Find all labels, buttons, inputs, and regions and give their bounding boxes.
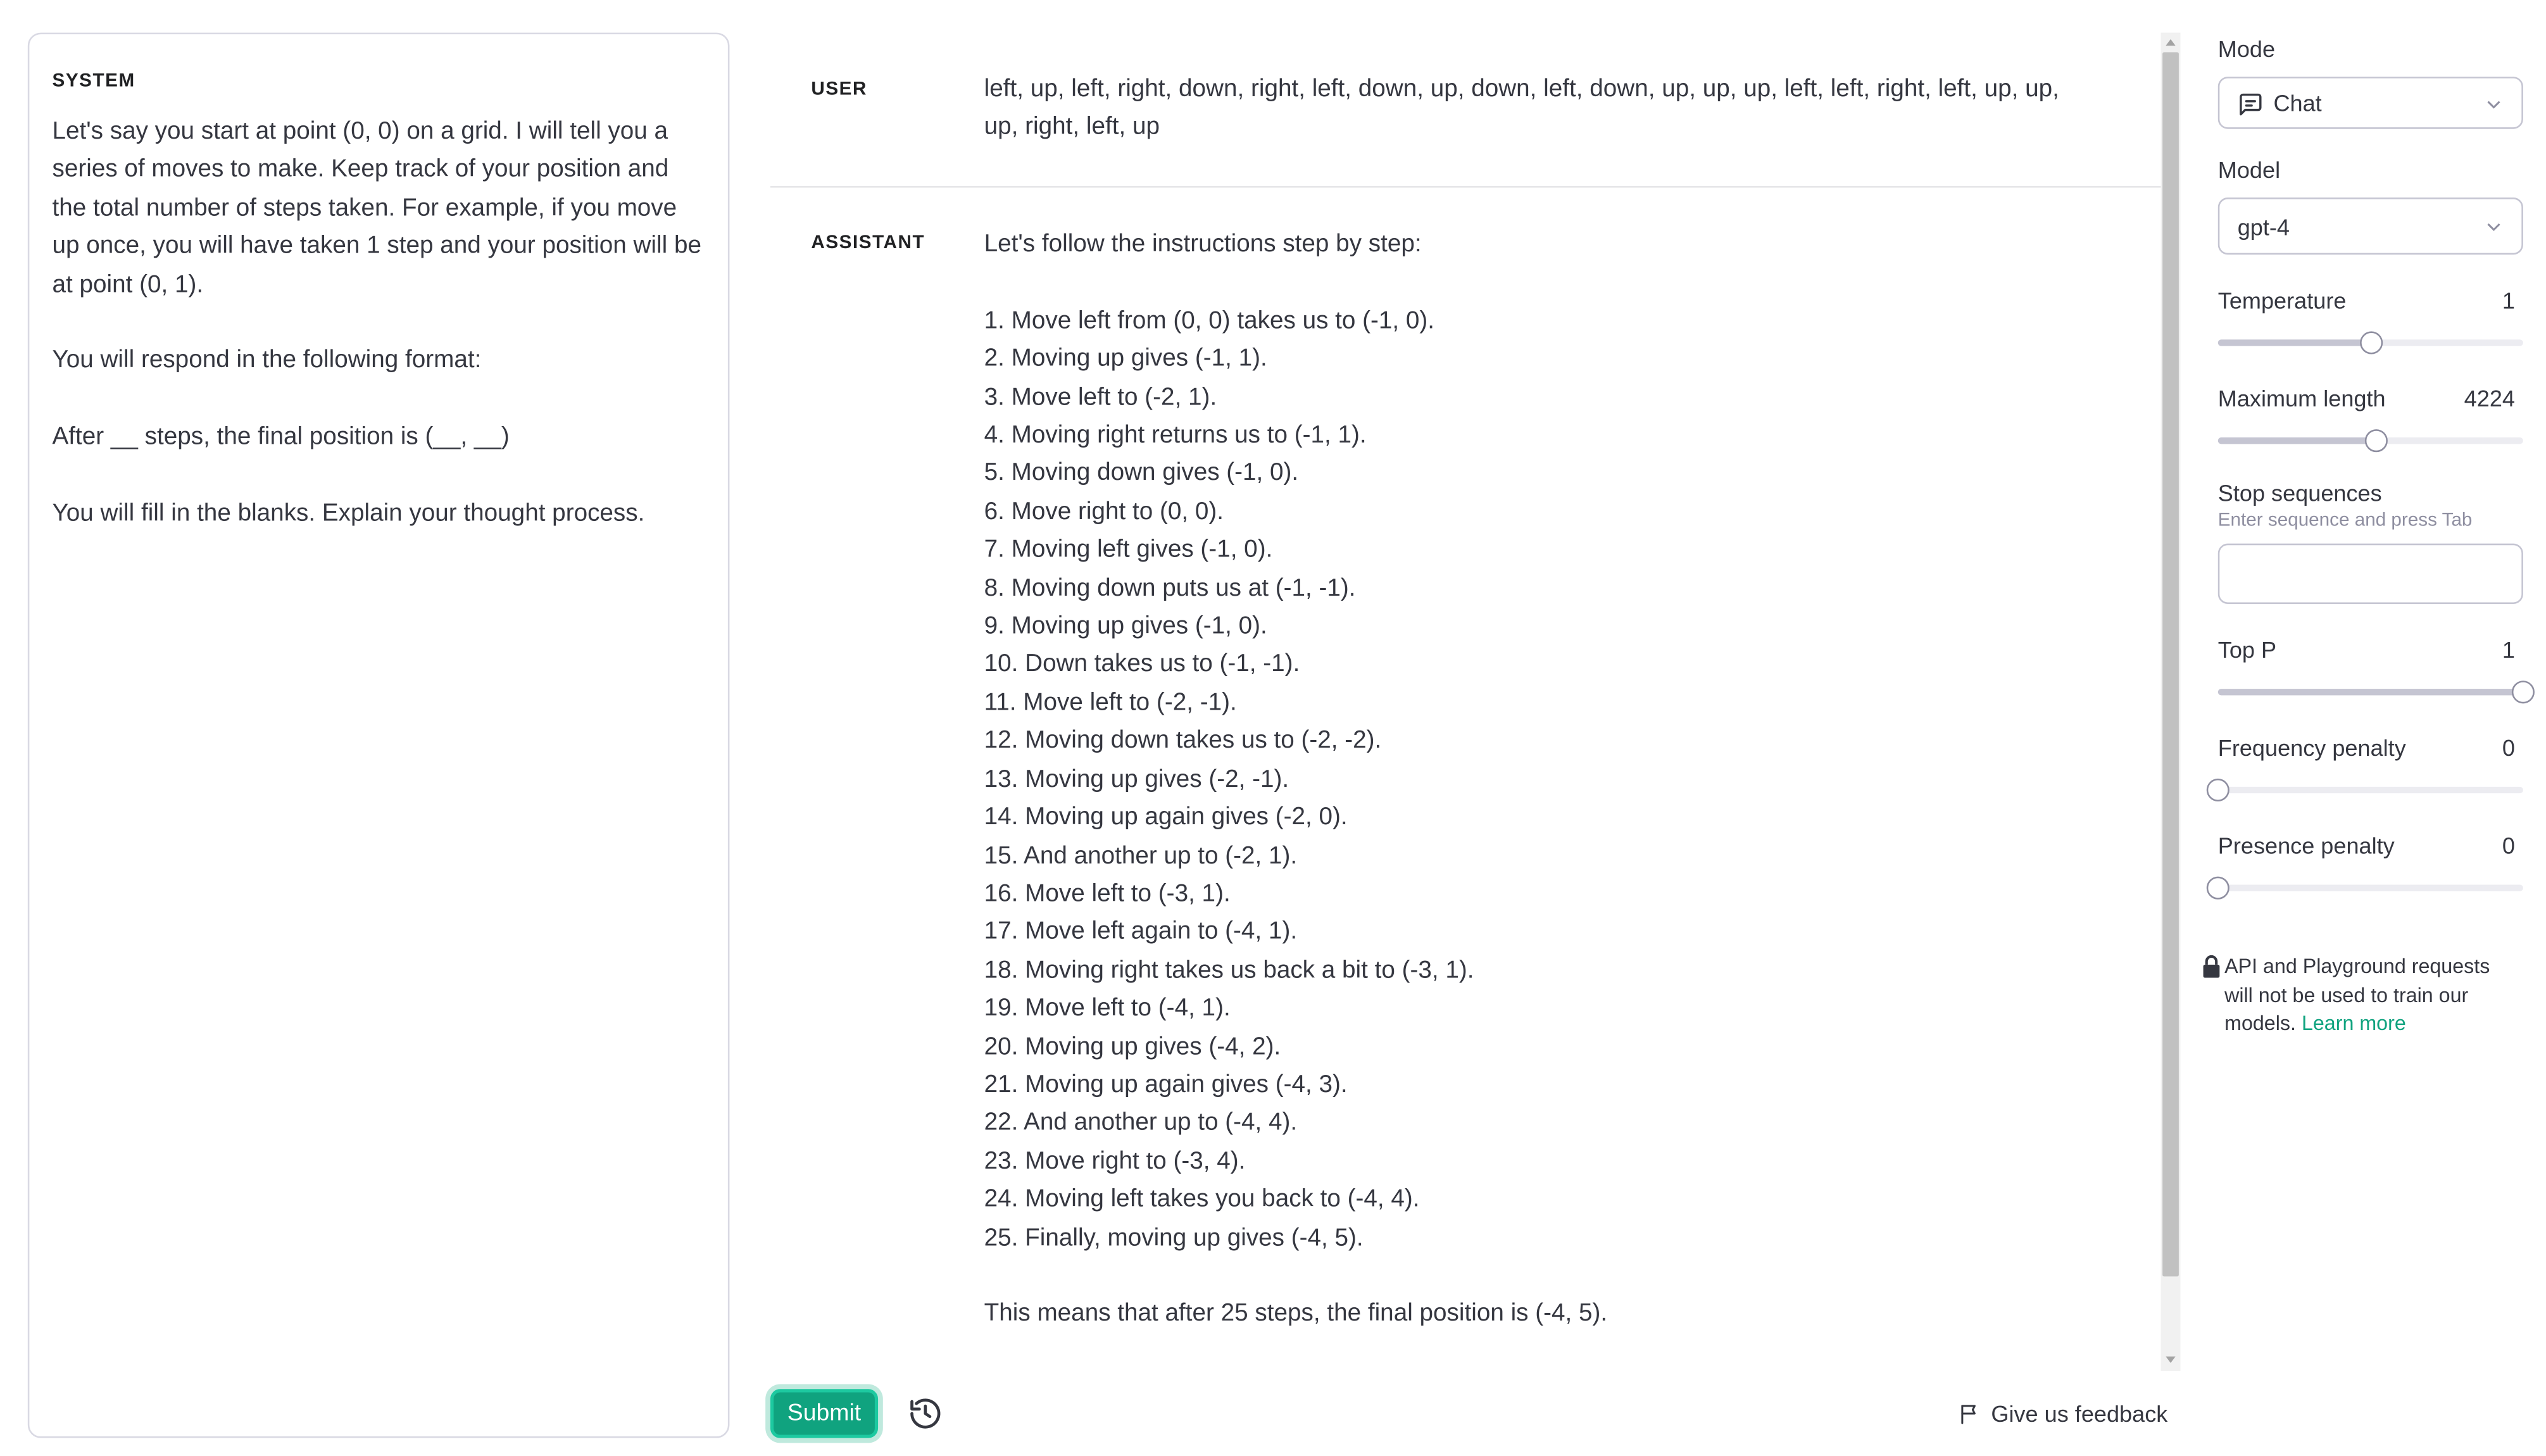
frequency-penalty-slider[interactable] bbox=[2206, 778, 2523, 802]
user-role-label[interactable]: USER bbox=[811, 80, 867, 99]
mode-label: Mode bbox=[2217, 35, 2276, 62]
presence-penalty-value[interactable]: 0 bbox=[2502, 832, 2515, 858]
privacy-notice-text: API and Playground requests will not be … bbox=[2224, 953, 2510, 1039]
system-panel[interactable]: SYSTEM Let's say you start at point (0, … bbox=[27, 32, 730, 1438]
slider-thumb[interactable] bbox=[2206, 778, 2229, 802]
settings-panel: Mode Chat Model gpt-4 Temperature 1 Maxi… bbox=[2203, 0, 2535, 1456]
user-message-text[interactable]: left, up, left, right, down, right, left… bbox=[984, 70, 2062, 147]
flag-icon bbox=[1961, 1405, 1976, 1424]
system-message-text[interactable]: Let's say you start at point (0, 0) on a… bbox=[53, 113, 705, 533]
temperature-slider[interactable] bbox=[2217, 331, 2523, 355]
slider-thumb[interactable] bbox=[2206, 876, 2229, 900]
chevron-down-icon bbox=[2487, 101, 2500, 109]
history-icon bbox=[910, 1398, 941, 1429]
presence-penalty-slider[interactable] bbox=[2206, 876, 2523, 900]
temperature-value[interactable]: 1 bbox=[2502, 287, 2515, 313]
stop-sequences-input[interactable] bbox=[2217, 543, 2523, 605]
top-p-label: Top P bbox=[2217, 636, 2277, 663]
scroll-down-arrow-icon[interactable] bbox=[2166, 1356, 2176, 1364]
mode-select[interactable]: Chat bbox=[2217, 77, 2523, 129]
assistant-role-label[interactable]: ASSISTANT bbox=[811, 234, 925, 253]
history-button[interactable] bbox=[907, 1396, 943, 1432]
slider-thumb[interactable] bbox=[2511, 681, 2535, 704]
max-length-value[interactable]: 4224 bbox=[2464, 386, 2515, 411]
message-divider bbox=[770, 185, 2161, 188]
chat-area: USER left, up, left, right, down, right,… bbox=[770, 33, 2161, 1371]
top-p-slider[interactable] bbox=[2217, 681, 2535, 704]
top-p-value[interactable]: 1 bbox=[2502, 637, 2515, 663]
model-value: gpt-4 bbox=[2237, 213, 2290, 241]
presence-penalty-label: Presence penalty bbox=[2217, 832, 2395, 859]
slider-thumb[interactable] bbox=[2365, 429, 2388, 453]
scrollbar-thumb[interactable] bbox=[2162, 52, 2179, 1277]
model-label: Model bbox=[2217, 156, 2281, 183]
lock-icon bbox=[2203, 955, 2220, 978]
stop-sequences-hint: Enter sequence and press Tab bbox=[2217, 511, 2473, 531]
temperature-label: Temperature bbox=[2217, 287, 2347, 314]
give-feedback-link[interactable]: Give us feedback bbox=[1959, 1397, 2167, 1430]
chat-bubble-icon bbox=[2240, 93, 2262, 116]
model-select[interactable]: gpt-4 bbox=[2217, 197, 2523, 255]
chat-scrollbar[interactable] bbox=[2160, 32, 2181, 1371]
chevron-down-icon bbox=[2487, 223, 2500, 232]
submit-button[interactable]: Submit bbox=[770, 1389, 879, 1438]
frequency-penalty-label: Frequency penalty bbox=[2217, 734, 2406, 761]
system-label: SYSTEM bbox=[52, 72, 135, 92]
mode-value: Chat bbox=[2273, 89, 2322, 116]
frequency-penalty-value[interactable]: 0 bbox=[2502, 734, 2515, 760]
max-length-slider[interactable] bbox=[2217, 429, 2523, 453]
learn-more-link[interactable]: Learn more bbox=[2302, 1012, 2406, 1035]
assistant-message-text[interactable]: Let's follow the instructions step by st… bbox=[984, 225, 2094, 1333]
feedback-label: Give us feedback bbox=[1991, 1400, 2168, 1427]
stop-sequences-label: Stop sequences bbox=[2217, 480, 2382, 506]
slider-thumb[interactable] bbox=[2359, 331, 2382, 355]
max-length-label: Maximum length bbox=[2217, 385, 2386, 411]
scroll-up-arrow-icon[interactable] bbox=[2166, 39, 2176, 46]
